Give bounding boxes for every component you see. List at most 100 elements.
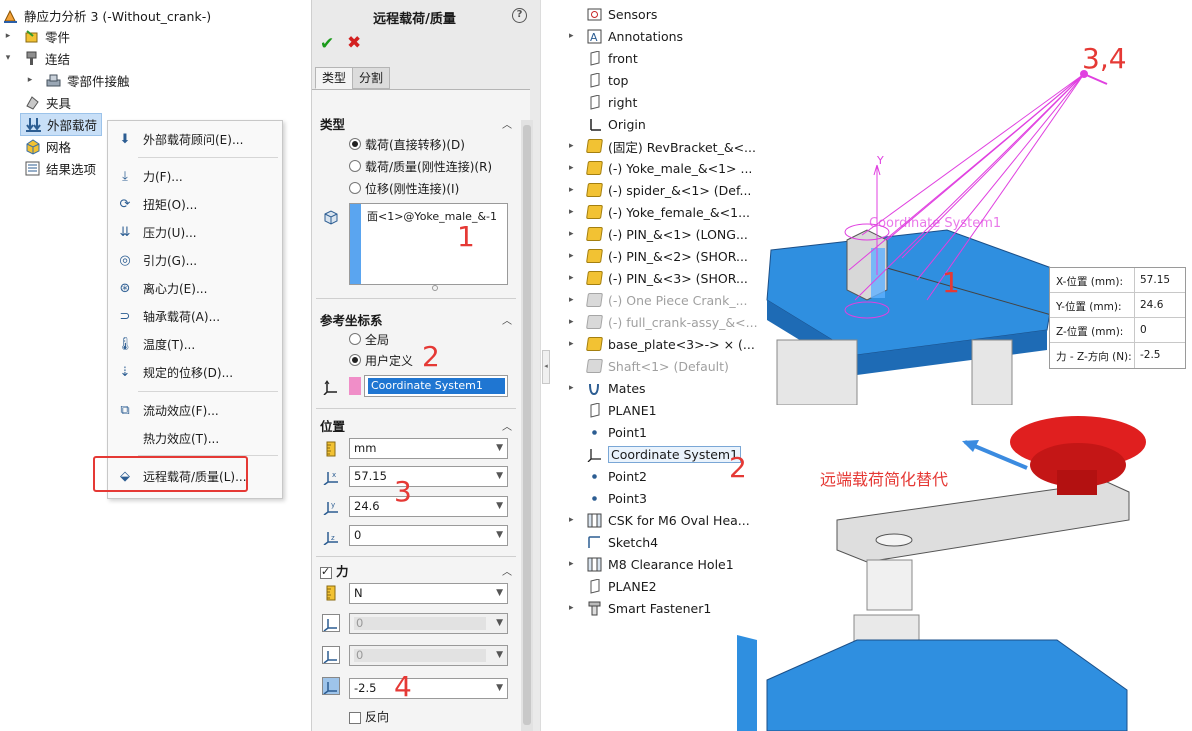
radio-button[interactable] <box>349 160 361 172</box>
ok-check-icon[interactable]: ✔ <box>320 34 334 54</box>
feature-tree-item[interactable]: ▸ (-) PIN_&<3> (SHOR... <box>551 267 748 289</box>
expand-caret-icon[interactable]: ▸ <box>24 75 36 85</box>
feature-tree-item[interactable]: top <box>551 69 628 91</box>
expand-caret-icon[interactable]: ▸ <box>2 31 14 41</box>
menu-item-displacement[interactable]: ⇣ 规定的位移(D)... <box>112 360 280 384</box>
expand-caret-icon[interactable]: ▸ <box>569 229 574 239</box>
expand-caret-icon[interactable]: ▸ <box>569 141 574 151</box>
radio-button[interactable] <box>349 354 361 366</box>
tree-item-external-loads[interactable]: 外部载荷 <box>20 112 103 136</box>
menu-item-flow-effects[interactable]: ⧉ 流动效应(F)... <box>112 398 280 422</box>
expand-caret-icon[interactable]: ▸ <box>569 273 574 283</box>
panel-splitter[interactable]: ◂ <box>540 0 551 731</box>
radio-button[interactable] <box>349 138 361 150</box>
feature-tree-item[interactable]: Point3 <box>551 487 647 509</box>
tree-item-parts[interactable]: ▸ 零件 <box>2 25 70 47</box>
feature-tree-item[interactable]: ▸ (-) One Piece Crank_... <box>551 289 747 311</box>
force-y-icon[interactable] <box>322 646 340 664</box>
cancel-x-icon[interactable]: ✖ <box>347 33 361 53</box>
feature-tree-item[interactable]: ▸ (-) full_crank-assy_&<... <box>551 311 758 333</box>
dropdown-arrow-icon[interactable]: ▼ <box>496 497 503 516</box>
menu-item-torque[interactable]: ⟳ 扭矩(O)... <box>112 192 280 216</box>
dropdown-arrow-icon[interactable]: ▼ <box>496 584 503 603</box>
expand-caret-icon[interactable]: ▸ <box>569 185 574 195</box>
expand-caret-icon[interactable]: ▸ <box>569 251 574 261</box>
expand-caret-icon[interactable]: ▸ <box>569 559 574 569</box>
menu-item-gravity[interactable]: ◎ 引力(G)... <box>112 248 280 272</box>
feature-tree-item[interactable]: ▸ (-) PIN_&<2> (SHOR... <box>551 245 748 267</box>
feature-tree-item[interactable]: Shaft<1> (Default) <box>551 355 729 377</box>
expand-caret-icon[interactable]: ▸ <box>569 603 574 613</box>
feature-tree-item[interactable]: ▸ base_plate<3>-> × (... <box>551 333 755 355</box>
menu-item-thermal-effects[interactable]: 热力效应(T)... <box>112 426 280 450</box>
feature-tree-item[interactable]: right <box>551 91 637 113</box>
y-position-input[interactable]: 24.6 ▼ <box>349 496 508 517</box>
force-x-icon[interactable] <box>322 614 340 632</box>
feature-tree-item[interactable]: ▸ Mates <box>551 377 646 399</box>
collapse-chevron-icon[interactable]: ︿ <box>502 116 512 131</box>
collapse-chevron-icon[interactable]: ︿ <box>502 312 512 327</box>
menu-item-force[interactable]: ⤓ 力(F)... <box>112 164 280 188</box>
feature-tree-item[interactable]: Sensors <box>551 3 657 25</box>
group-title-force[interactable]: 力 <box>320 561 349 580</box>
feature-tree-item[interactable]: ▸ (-) PIN_&<1> (LONG... <box>551 223 748 245</box>
expand-caret-icon[interactable]: ▸ <box>569 207 574 217</box>
tab-type[interactable]: 类型 <box>315 67 354 89</box>
expand-caret-icon[interactable]: ▸ <box>569 295 574 305</box>
splitter-handle-icon[interactable]: ◂ <box>542 350 550 384</box>
help-icon[interactable]: ? <box>512 8 527 23</box>
force-z-input[interactable]: -2.5 ▼ <box>349 678 508 699</box>
external-loads-highlight[interactable]: 外部载荷 <box>20 112 103 136</box>
feature-tree-item[interactable]: Sketch4 <box>551 531 658 553</box>
resize-handle-icon[interactable] <box>432 285 438 291</box>
feature-tree-item[interactable]: PLANE1 <box>551 399 657 421</box>
feature-tree-item[interactable]: ▸ (-) Yoke_female_&<1... <box>551 201 750 223</box>
expand-caret-icon[interactable]: ▸ <box>569 31 574 41</box>
radio-button[interactable] <box>349 333 361 345</box>
expand-caret-icon[interactable]: ▸ <box>569 163 574 173</box>
coordinate-system-field[interactable]: Coordinate System1 <box>364 375 508 397</box>
radio-button[interactable] <box>349 182 361 194</box>
collapse-chevron-icon[interactable]: ︿ <box>502 563 512 578</box>
force-z-icon[interactable] <box>322 677 340 695</box>
scrollbar-thumb[interactable] <box>523 125 531 725</box>
feature-tree-item[interactable]: Coordinate System1 <box>551 443 742 465</box>
tree-item-result-options[interactable]: 结果选项 <box>24 157 96 179</box>
face-selection-box[interactable]: 面<1>@Yoke_male_&-1 <box>349 203 508 285</box>
reverse-checkbox[interactable] <box>349 711 361 724</box>
menu-item-centrifugal[interactable]: ⊛ 离心力(E)... <box>112 276 280 300</box>
tab-split[interactable]: 分割 <box>352 67 391 89</box>
feature-tree-item[interactable]: ▸ A Annotations <box>551 25 683 47</box>
feature-tree-item[interactable]: ▸ M8 Clearance Hole1 <box>551 553 734 575</box>
tree-item-fixtures[interactable]: 夹具 <box>24 91 71 113</box>
radio-user-defined[interactable]: 用户定义 <box>349 351 413 369</box>
menu-item-pressure[interactable]: ⇊ 压力(U)... <box>112 220 280 244</box>
menu-item-bearing-load[interactable]: ⊃ 轴承载荷(A)... <box>112 304 280 328</box>
expand-caret-icon[interactable]: ▸ <box>569 383 574 393</box>
tree-item-connections[interactable]: ▾ 连结 <box>2 47 70 69</box>
feature-tree-item[interactable]: Point1 <box>551 421 647 443</box>
feature-tree-item[interactable]: ▸ CSK for M6 Oval Hea... <box>551 509 750 531</box>
feature-tree-item[interactable]: ▸ (固定) RevBracket_&<... <box>551 135 756 157</box>
radio-rigid-connection[interactable]: 载荷/质量(刚性连接)(R) <box>349 157 492 175</box>
expand-caret-icon[interactable]: ▸ <box>569 515 574 525</box>
feature-tree-item[interactable]: Point2 <box>551 465 647 487</box>
force-unit-select[interactable]: N ▼ <box>349 583 508 604</box>
menu-item-temperature[interactable]: 🌡 温度(T)... <box>112 332 280 356</box>
feature-tree-item[interactable]: ▸ (-) spider_&<1> (Def... <box>551 179 751 201</box>
expand-caret-icon[interactable]: ▸ <box>569 317 574 327</box>
dropdown-arrow-icon[interactable]: ▼ <box>496 439 503 458</box>
feature-tree-item[interactable]: PLANE2 <box>551 575 657 597</box>
menu-item-load-advisor[interactable]: ⬇ 外部载荷顾问(E)... <box>112 127 280 151</box>
dropdown-arrow-icon[interactable]: ▼ <box>496 679 503 698</box>
collapse-caret-icon[interactable]: ▾ <box>2 53 14 63</box>
tree-item-component-contacts[interactable]: ▸ 零部件接触 <box>24 69 130 91</box>
position-unit-select[interactable]: mm ▼ <box>349 438 508 459</box>
dropdown-arrow-icon[interactable]: ▼ <box>496 526 503 545</box>
expand-caret-icon[interactable]: ▸ <box>569 339 574 349</box>
dropdown-arrow-icon[interactable]: ▼ <box>496 467 503 486</box>
feature-tree-item[interactable]: ▸ (-) Yoke_male_&<1> ... <box>551 157 752 179</box>
property-manager-scrollbar[interactable] <box>521 120 533 731</box>
reverse-direction-row[interactable]: 反向 <box>349 708 389 725</box>
feature-tree-item[interactable]: Origin <box>551 113 646 135</box>
